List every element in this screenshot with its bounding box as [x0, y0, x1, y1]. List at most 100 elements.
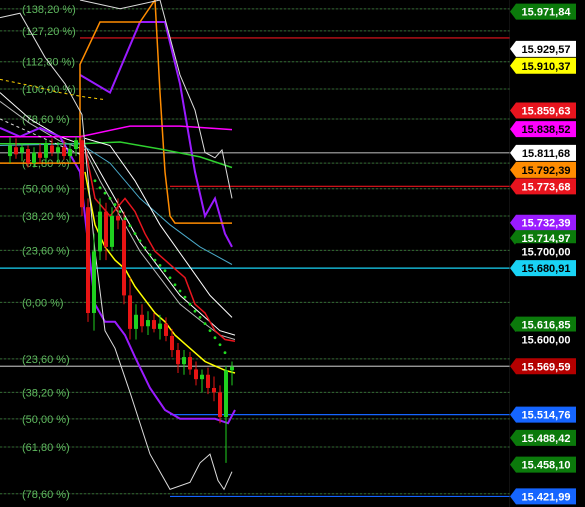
candle-body [188, 357, 192, 370]
candle-body [38, 152, 42, 158]
price-tag[interactable]: 15.773,68 [510, 178, 576, 195]
price-tag[interactable]: 15.421,99 [510, 488, 576, 505]
candle-body [62, 147, 66, 157]
price-tag-label: 15.929,57 [522, 44, 571, 56]
psar-dot [178, 289, 182, 293]
psar-dot [138, 239, 142, 243]
price-tag[interactable]: 15.600,00 [510, 331, 576, 348]
psar-dot [183, 295, 187, 299]
price-tag-label: 15.811,68 [522, 148, 570, 160]
candle-body [134, 314, 138, 329]
candle-body [50, 145, 54, 153]
price-tag[interactable]: 15.811,68 [510, 144, 576, 161]
candle-body [104, 211, 108, 247]
price-tag[interactable]: 15.458,10 [510, 456, 576, 473]
price-tag[interactable]: 15.616,85 [510, 316, 576, 333]
psar-dot [143, 246, 147, 250]
price-tag[interactable]: 15.488,42 [510, 429, 576, 446]
psar-dot [213, 336, 217, 340]
candle-body [218, 392, 222, 418]
price-axis[interactable]: 15.971,84 15.929,57 15.910,37 15.859,63 15.8… [510, 0, 585, 507]
price-tag[interactable]: 15.680,91 [510, 260, 576, 277]
psar-dot [193, 309, 197, 313]
candle-body [194, 369, 198, 380]
candle-body [200, 374, 204, 380]
candle-body [128, 295, 132, 329]
psar-dot [113, 203, 117, 206]
candle-body [8, 145, 12, 157]
price-tag-label: 15.859,63 [522, 106, 571, 118]
price-tag[interactable]: 15.859,63 [510, 102, 576, 119]
price-tag[interactable]: 15.929,57 [510, 40, 576, 57]
psar-dot [153, 258, 157, 262]
price-tag[interactable]: 15.732,39 [510, 214, 576, 231]
candle-body [26, 149, 30, 164]
psar-dot [123, 217, 127, 221]
price-tag-label: 15.700,00 [522, 246, 571, 258]
candle-body [44, 143, 48, 158]
price-tag-label: 15.773,68 [522, 181, 571, 193]
price-tag-label: 15.488,42 [522, 433, 571, 445]
psar-dot [93, 179, 97, 183]
psar-dot [173, 283, 177, 287]
psar-dot [218, 343, 222, 347]
fib-level-label: (0,00 %) [22, 297, 64, 309]
candle-body [116, 216, 120, 221]
psar-dot [103, 191, 107, 195]
candle-body [74, 140, 78, 150]
fib-level-label: (50,00 %) [22, 184, 70, 196]
candle-body [158, 323, 162, 329]
fib-level-label: (61,80 %) [22, 442, 70, 454]
price-tag[interactable]: 15.569,59 [510, 358, 576, 375]
psar-dot [98, 186, 102, 190]
fib-level-label: (50,00 %) [22, 414, 70, 426]
candle-body [92, 251, 96, 314]
price-tag-label: 15.680,91 [522, 263, 571, 275]
psar-dot [188, 302, 192, 306]
fib-level-label: (38,20 %) [22, 387, 70, 399]
candle-body [152, 320, 156, 329]
price-tag-label: 15.421,99 [522, 491, 571, 503]
price-tag[interactable]: 15.700,00 [510, 243, 576, 260]
candle-body [20, 147, 24, 153]
price-tag-label: 15.600,00 [522, 334, 571, 346]
candle-body [68, 149, 72, 157]
candle-body [56, 147, 60, 153]
psar-dot [158, 264, 162, 267]
fib-level-label: (38,20 %) [22, 211, 70, 223]
fib-level-label: (138,20 %) [22, 4, 76, 16]
fib-level-label: (23,60 %) [22, 354, 70, 366]
psar-dot [168, 276, 172, 280]
psar-dot [223, 351, 227, 355]
price-tag[interactable]: 15.838,52 [510, 121, 576, 138]
candle-body [176, 350, 180, 365]
fib-level-label: (78,60 %) [22, 489, 70, 501]
price-tag-label: 15.514,76 [522, 410, 571, 422]
fib-level-label: (78,60 %) [22, 114, 70, 126]
psar-dot [208, 329, 212, 333]
price-tag[interactable]: 15.910,37 [510, 57, 576, 74]
candle-body [182, 357, 186, 365]
psar-dot [108, 196, 112, 200]
candle-body [140, 314, 144, 327]
price-tag-label: 15.458,10 [522, 460, 571, 472]
price-chart: (138,20 %)(127,20 %)(112,80 %)(100,00 %)… [0, 0, 585, 507]
candle-body [206, 374, 210, 388]
price-tag-label: 15.792,39 [522, 165, 571, 177]
candle-body [14, 147, 18, 155]
psar-dot [203, 322, 207, 325]
candle-body [98, 211, 102, 252]
price-tag[interactable]: 15.792,39 [510, 161, 576, 178]
price-tag-label: 15.910,37 [522, 61, 571, 73]
candle-body [110, 216, 114, 247]
price-tag[interactable]: 15.971,84 [510, 3, 576, 20]
price-tag-label: 15.971,84 [522, 7, 572, 19]
candle-body [146, 320, 150, 327]
psar-dot [128, 224, 132, 228]
candle-body [224, 370, 228, 418]
candle-body [230, 366, 234, 371]
candle-body [212, 387, 216, 393]
price-tag[interactable]: 15.514,76 [510, 406, 576, 423]
candle-body [86, 207, 90, 314]
candle-body [80, 140, 84, 208]
